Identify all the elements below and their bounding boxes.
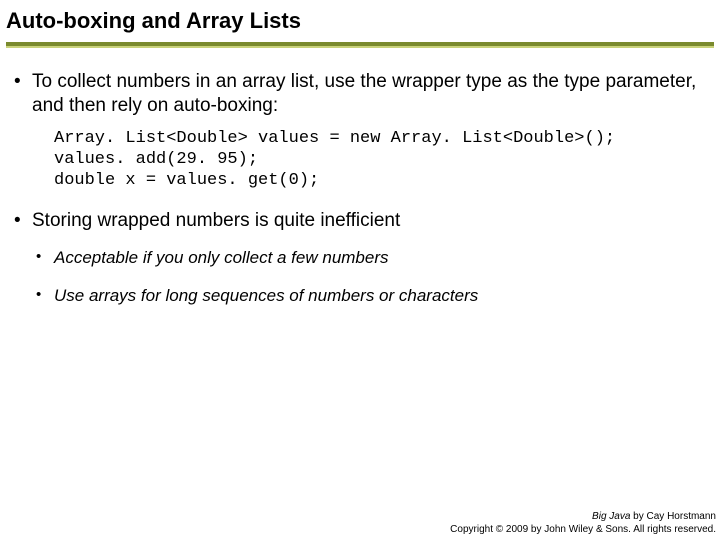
slide-body: To collect numbers in an array list, use… xyxy=(6,48,714,307)
bullet-2: Storing wrapped numbers is quite ineffic… xyxy=(10,209,712,307)
footer-line-1: Big Java by Cay Horstmann xyxy=(450,511,716,524)
bullet-2-sub-2: Use arrays for long sequences of numbers… xyxy=(32,285,712,307)
bullet-list: To collect numbers in an array list, use… xyxy=(10,70,712,307)
title-block: Auto-boxing and Array Lists xyxy=(6,8,714,48)
bullet-1: To collect numbers in an array list, use… xyxy=(10,70,712,191)
slide: Auto-boxing and Array Lists To collect n… xyxy=(0,0,720,540)
bullet-2-text: Storing wrapped numbers is quite ineffic… xyxy=(32,210,400,231)
code-block: Array. List<Double> values = new Array. … xyxy=(54,128,712,192)
footer-author: by Cay Horstmann xyxy=(630,511,716,522)
footer-book-title: Big Java xyxy=(592,511,630,522)
bullet-2-sublist: Acceptable if you only collect a few num… xyxy=(32,247,712,307)
bullet-1-text: To collect numbers in an array list, use… xyxy=(32,71,696,116)
footer-line-2: Copyright © 2009 by John Wiley & Sons. A… xyxy=(450,524,716,537)
footer: Big Java by Cay Horstmann Copyright © 20… xyxy=(450,511,716,536)
slide-title: Auto-boxing and Array Lists xyxy=(6,8,714,36)
bullet-2-sub-1: Acceptable if you only collect a few num… xyxy=(32,247,712,269)
